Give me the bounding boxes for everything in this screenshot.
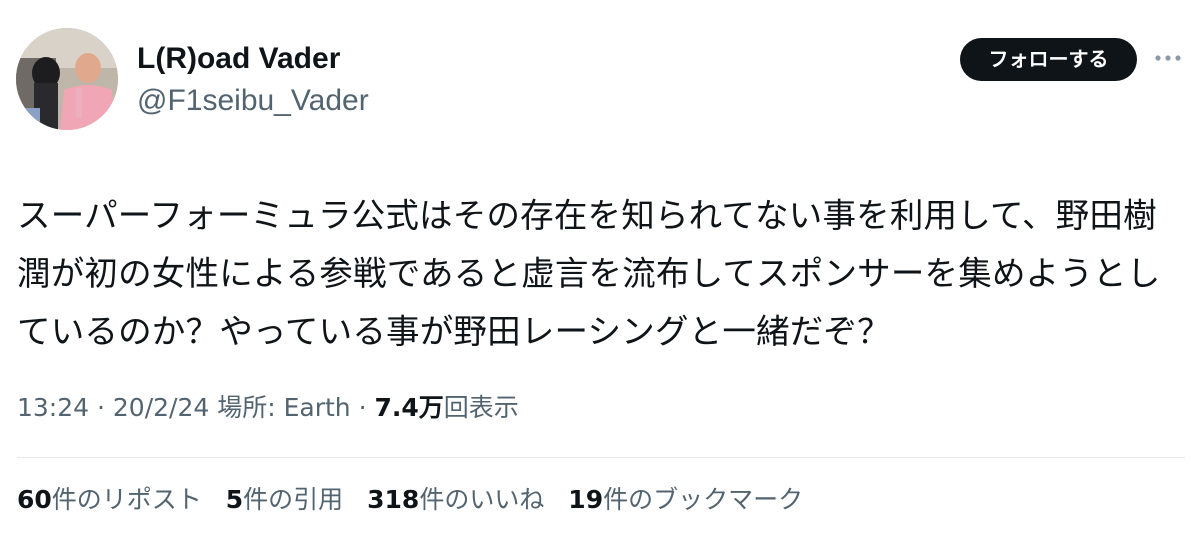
tweet-text-line: ているのか？やっている事が野田レーシングと一緒だぞ？ — [17, 312, 891, 351]
bookmarks-label: 件のブックマーク — [603, 485, 804, 514]
likes-stat[interactable]: 318件のいいね — [367, 482, 544, 518]
avatar-photo — [16, 28, 118, 130]
meta-separator: · — [89, 393, 113, 422]
quotes-count: 5 — [225, 485, 244, 514]
tweet-card: L(R)oad Vader @F1seibu_Vader フォローする スーパー… — [0, 0, 1200, 537]
author-block: L(R)oad Vader @F1seibu_Vader — [137, 40, 369, 120]
views-label: 回表示 — [443, 393, 519, 422]
location-value: Earth — [283, 393, 351, 422]
divider — [17, 457, 1185, 458]
user-handle[interactable]: @F1seibu_Vader — [137, 82, 369, 120]
bookmarks-count: 19 — [568, 485, 604, 514]
bookmarks-stat[interactable]: 19件のブックマーク — [568, 482, 803, 518]
reposts-stat[interactable]: 60件のリポスト — [17, 482, 202, 518]
quotes-label: 件の引用 — [243, 485, 344, 514]
reposts-label: 件のリポスト — [51, 485, 202, 514]
ellipsis-icon[interactable] — [1153, 50, 1183, 66]
tweet-text-line: スーパーフォーミュラ公式はその存在を知られてない事を利用して、野田樹 — [17, 196, 1157, 235]
views-count: 7.4万 — [374, 393, 444, 422]
avatar[interactable] — [16, 28, 118, 130]
follow-button[interactable]: フォローする — [960, 38, 1137, 81]
reposts-count: 60 — [17, 485, 52, 514]
tweet-date[interactable]: 20/2/24 — [113, 393, 209, 422]
tweet-time[interactable]: 13:24 — [17, 393, 89, 422]
meta-separator: · — [350, 393, 375, 422]
quotes-stat[interactable]: 5件の引用 — [226, 482, 343, 518]
location-label: 場所: — [209, 393, 284, 422]
tweet-meta: 13:24 · 20/2/24 場所: Earth · 7.4万回表示 — [17, 390, 519, 426]
likes-label: 件のいいね — [419, 485, 545, 514]
engagement-stats: 60件のリポスト 5件の引用 318件のいいね 19件のブックマーク — [17, 482, 819, 518]
display-name[interactable]: L(R)oad Vader — [137, 40, 369, 78]
tweet-text: スーパーフォーミュラ公式はその存在を知られてない事を利用して、野田樹 潤が初の女… — [17, 187, 1182, 361]
tweet-text-line: 潤が初の女性による参戦であると虚言を流布してスポンサーを集めようとし — [17, 254, 1161, 293]
likes-count: 318 — [367, 485, 420, 514]
